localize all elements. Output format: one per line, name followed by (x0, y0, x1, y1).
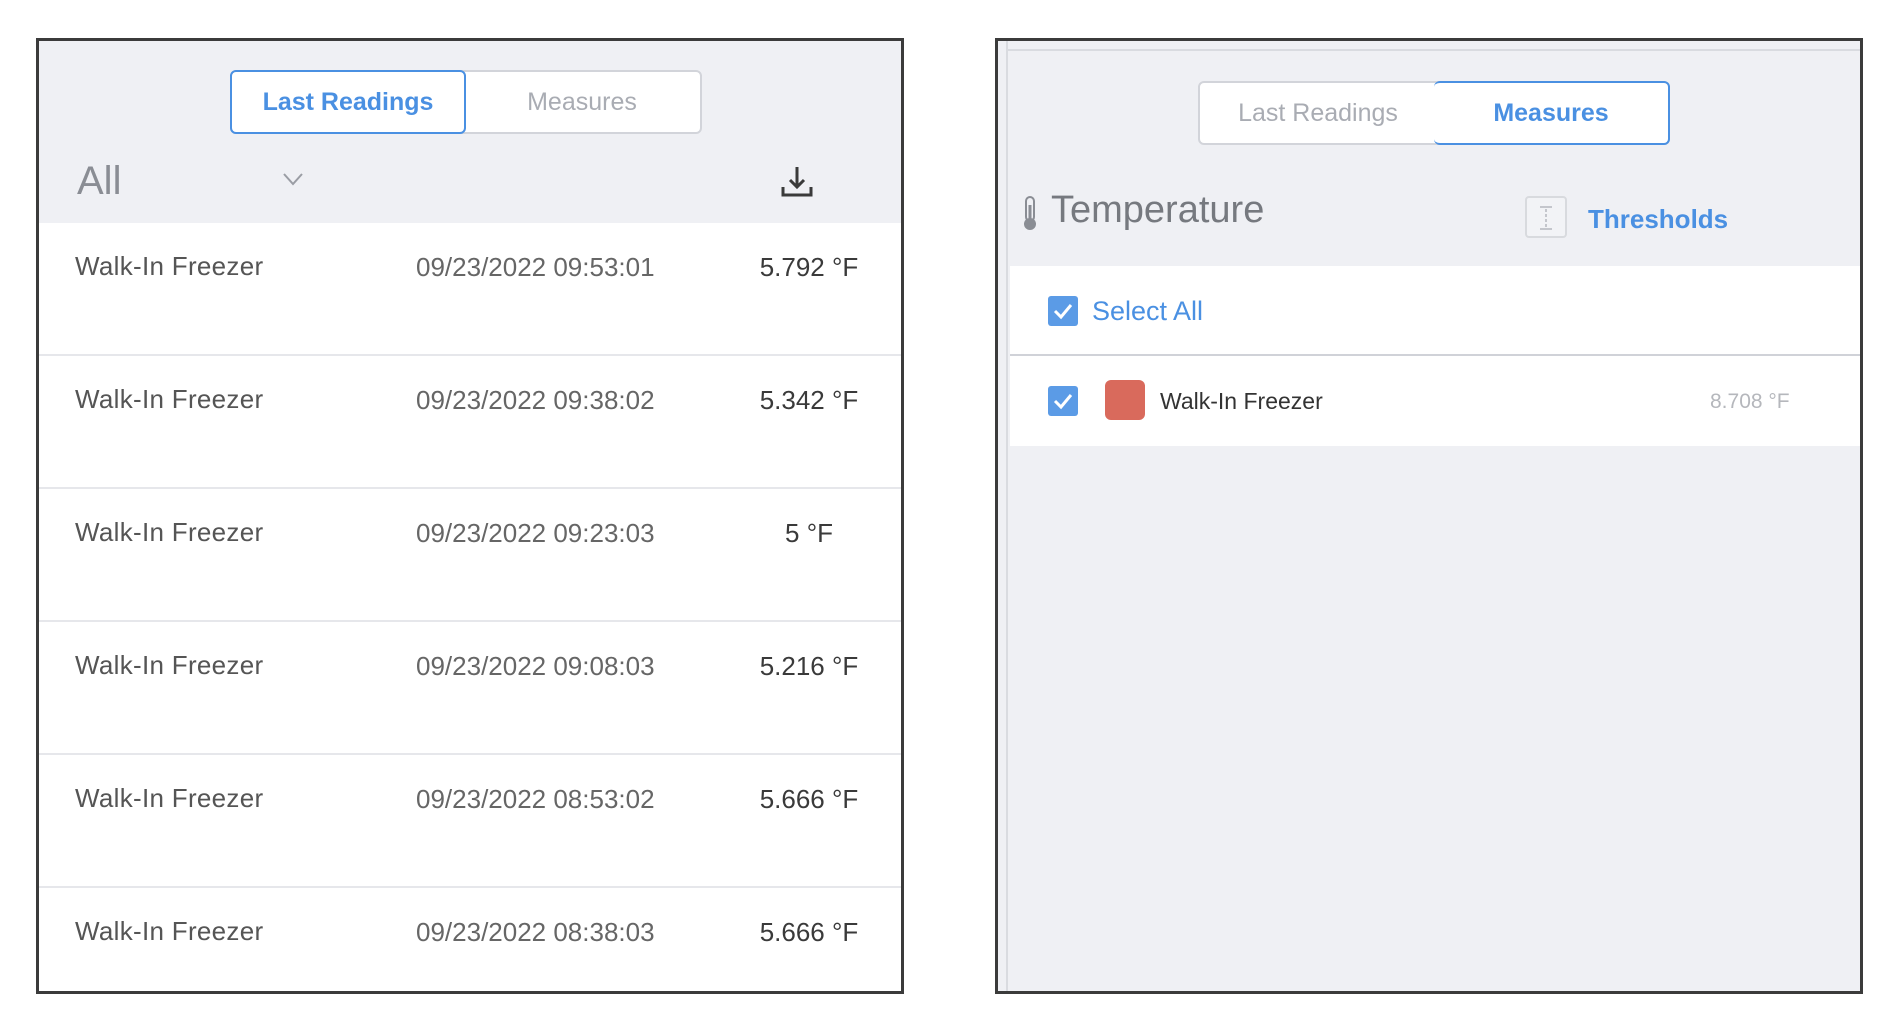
table-row[interactable]: Walk-In Freezer 09/23/2022 09:38:02 5.34… (39, 356, 901, 489)
reading-timestamp: 09/23/2022 08:38:03 (416, 917, 655, 947)
reading-timestamp: 09/23/2022 09:23:03 (416, 518, 655, 548)
sensor-name: Walk-In Freezer (75, 916, 264, 946)
reading-timestamp: 09/23/2022 09:38:02 (416, 385, 655, 415)
last-readings-panel: Last Readings Measures All Walk-In Freez… (36, 38, 904, 994)
table-row[interactable]: Walk-In Freezer 09/23/2022 08:38:03 5.66… (39, 888, 901, 991)
series-color-swatch (1105, 380, 1145, 420)
reading-value: 5.792 °F (759, 252, 859, 282)
thresholds-link[interactable]: Thresholds (1588, 204, 1728, 235)
reading-value: 5.666 °F (759, 784, 859, 814)
thermometer-icon (1024, 196, 1036, 230)
reading-value: 5 °F (785, 518, 833, 548)
reading-value: 5.666 °F (759, 917, 859, 947)
view-tabs: Last Readings Measures (1198, 81, 1670, 145)
table-row[interactable]: Walk-In Freezer 09/23/2022 09:08:03 5.21… (39, 622, 901, 755)
reading-timestamp: 09/23/2022 08:53:02 (416, 784, 655, 814)
sensor-name: Walk-In Freezer (75, 783, 264, 813)
thresholds-icon[interactable] (1525, 196, 1567, 238)
view-tabs: Last Readings Measures (230, 70, 702, 134)
measures-panel: Last Readings Measures Temperature Thres… (995, 38, 1863, 994)
sensor-row: Walk-In Freezer 8.708 °F (1010, 356, 1860, 446)
tab-measures[interactable]: Measures (464, 72, 700, 132)
section-title: Temperature (1051, 189, 1265, 231)
table-row[interactable]: Walk-In Freezer 09/23/2022 09:23:03 5 °F (39, 489, 901, 622)
sensor-name: Walk-In Freezer (75, 384, 264, 414)
reading-value: 5.342 °F (759, 385, 859, 415)
panel-top-border (1006, 49, 1860, 51)
sensor-name: Walk-In Freezer (75, 251, 264, 281)
panel-inner-border (1006, 41, 1008, 991)
select-all-label[interactable]: Select All (1092, 296, 1203, 327)
readings-list: Walk-In Freezer 09/23/2022 09:53:01 5.79… (39, 223, 901, 991)
tab-last-readings[interactable]: Last Readings (230, 70, 466, 134)
table-row[interactable]: Walk-In Freezer 09/23/2022 09:53:01 5.79… (39, 223, 901, 356)
tab-measures[interactable]: Measures (1434, 81, 1670, 145)
sensor-name: Walk-In Freezer (75, 650, 264, 680)
chevron-down-icon[interactable] (281, 167, 305, 191)
sensor-name: Walk-In Freezer (75, 517, 264, 547)
sensor-name: Walk-In Freezer (1160, 388, 1323, 414)
download-icon[interactable] (779, 163, 815, 199)
select-all-row: Select All (1010, 266, 1860, 356)
reading-timestamp: 09/23/2022 09:08:03 (416, 651, 655, 681)
reading-value: 5.216 °F (759, 651, 859, 681)
table-row[interactable]: Walk-In Freezer 09/23/2022 08:53:02 5.66… (39, 755, 901, 888)
tab-last-readings[interactable]: Last Readings (1200, 83, 1436, 143)
sensor-value: 8.708 °F (1710, 390, 1790, 413)
filter-select[interactable]: All (77, 159, 121, 204)
reading-timestamp: 09/23/2022 09:53:01 (416, 252, 655, 282)
select-all-checkbox[interactable] (1048, 296, 1078, 326)
sensor-checkbox[interactable] (1048, 386, 1078, 416)
